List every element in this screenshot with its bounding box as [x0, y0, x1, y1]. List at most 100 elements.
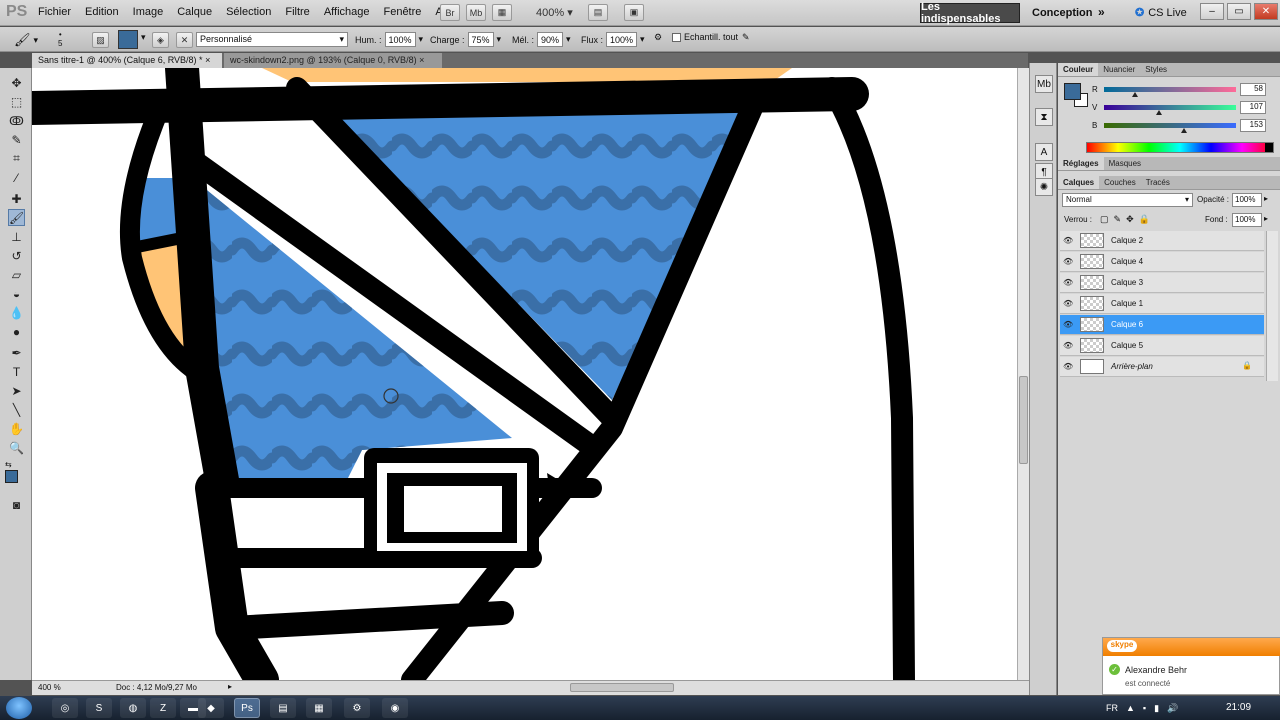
zoom-readout[interactable]: 400 % — [38, 683, 61, 692]
minimize-button[interactable]: – — [1200, 3, 1224, 20]
close-button[interactable]: ✕ — [1254, 3, 1278, 20]
vertical-scroll-thumb[interactable] — [1019, 376, 1028, 464]
fill-input[interactable]: 100% — [1232, 213, 1262, 227]
layers-scrollbar[interactable] — [1266, 231, 1278, 381]
swatch-menu-arrow[interactable]: ▾ — [141, 32, 146, 43]
chevron-down-icon[interactable]: ▾ — [497, 34, 502, 45]
blue-value-input[interactable]: 153 — [1240, 119, 1266, 132]
sample-all-layers-option[interactable]: Echantill. tout — [672, 32, 738, 42]
minibridge-panel-icon[interactable]: Mb — [1035, 75, 1053, 93]
close-tab-icon[interactable]: × — [419, 55, 424, 65]
view-extras-button[interactable]: ▦ — [492, 4, 512, 21]
quick-mask-icon[interactable]: ◙ — [8, 496, 25, 513]
opacity-input[interactable]: 100% — [1232, 193, 1262, 207]
brush-panel-toggle[interactable]: ▨ — [92, 32, 109, 48]
workspace-essentials-button[interactable]: Les indispensables — [920, 1, 1020, 25]
crop-tool-icon[interactable]: ⌗ — [8, 150, 25, 167]
settings-icon[interactable]: ◉ — [382, 698, 408, 718]
lasso-tool-icon[interactable]: ↂ — [8, 112, 25, 129]
visibility-eye-icon[interactable]: 👁 — [1063, 236, 1073, 245]
layer-row[interactable]: 👁 Arrière-plan 🔒 — [1060, 357, 1264, 377]
media-icon[interactable]: ▦ — [306, 698, 332, 718]
visibility-eye-icon[interactable]: 👁 — [1063, 257, 1073, 266]
visibility-eye-icon[interactable]: 👁 — [1063, 341, 1073, 350]
character-panel-icon[interactable]: A — [1035, 143, 1053, 161]
layer-row[interactable]: 👁 Calque 3 — [1060, 273, 1264, 293]
visibility-eye-icon[interactable]: 👁 — [1063, 278, 1073, 287]
fill-arrow[interactable]: ▸ — [1264, 214, 1268, 223]
clone-stamp-tool-icon[interactable]: ⊥ — [8, 228, 25, 245]
eraser-tool-icon[interactable]: ▱ — [8, 266, 25, 283]
load-input[interactable]: 75% — [467, 32, 494, 47]
layer-row[interactable]: 👁 Calque 2 — [1060, 231, 1264, 251]
tab-traces[interactable]: Tracés — [1141, 176, 1175, 189]
load-brush-button[interactable]: ✕ — [176, 32, 193, 48]
start-button[interactable] — [6, 697, 32, 719]
chevron-down-icon[interactable]: ▾ — [640, 34, 645, 45]
document-canvas[interactable] — [32, 68, 1017, 680]
visibility-eye-icon[interactable]: 👁 — [1063, 320, 1073, 329]
menu-affichage[interactable]: Affichage — [324, 6, 370, 18]
skype-icon[interactable]: S — [86, 698, 112, 718]
color-spectrum-bar[interactable] — [1086, 142, 1274, 153]
tab-couleur[interactable]: Couleur — [1058, 63, 1099, 76]
flow-input[interactable]: 100% — [606, 32, 638, 47]
move-tool-icon[interactable]: ✥ — [8, 74, 25, 91]
hand-tool-icon[interactable]: ✋ — [8, 420, 25, 437]
layer-row[interactable]: 👁 Calque 4 — [1060, 252, 1264, 272]
eyedropper-tool-icon[interactable]: ⁄ — [8, 169, 25, 186]
chrome-icon[interactable]: ◎ — [52, 698, 78, 718]
clock[interactable]: 21:09 — [1226, 702, 1251, 713]
arrange-documents-button[interactable]: ▤ — [588, 4, 608, 21]
photoshop-icon[interactable]: Ps — [234, 698, 260, 718]
layer-row[interactable]: 👁 Calque 1 — [1060, 294, 1264, 314]
language-indicator[interactable]: FR — [1106, 703, 1118, 713]
menu-fichier[interactable]: Fichier — [38, 6, 71, 18]
quick-select-tool-icon[interactable]: ✎ — [8, 131, 25, 148]
mixer-preset-select[interactable]: Personnalisé ▾ — [196, 32, 348, 47]
healing-brush-tool-icon[interactable]: ✚ — [8, 190, 25, 207]
show-hidden-icons-icon[interactable]: ▲ — [1126, 703, 1135, 713]
pen-tool-icon[interactable]: ✒ — [8, 344, 25, 361]
paint-bucket-tool-icon[interactable]: ◒ — [8, 285, 25, 302]
red-slider-handle[interactable] — [1132, 92, 1138, 97]
mix-input[interactable]: 90% — [537, 32, 564, 47]
red-value-input[interactable]: 58 — [1240, 83, 1266, 96]
blue-slider[interactable] — [1104, 123, 1236, 128]
tab-masques[interactable]: Masques — [1104, 157, 1146, 170]
vertical-scrollbar[interactable] — [1017, 68, 1029, 680]
visibility-eye-icon[interactable]: 👁 — [1063, 299, 1073, 308]
type-tool-icon[interactable]: T — [8, 363, 25, 380]
blue-slider-handle[interactable] — [1181, 128, 1187, 133]
lock-pixels-icon[interactable]: ✎ — [1114, 214, 1122, 225]
chevron-down-icon[interactable]: ▾ — [566, 34, 571, 45]
tab-reglages[interactable]: Réglages — [1058, 157, 1104, 170]
red-slider[interactable] — [1104, 87, 1236, 92]
foreground-color-swatch[interactable] — [118, 30, 138, 49]
color-panel-foreground[interactable] — [1064, 83, 1081, 100]
cs-live-menu[interactable]: ✪ CS Live — [1135, 6, 1187, 20]
visibility-eye-icon[interactable]: 👁 — [1063, 362, 1073, 371]
menu-selection[interactable]: Sélection — [226, 6, 271, 18]
volume-icon[interactable]: 🔊 — [1167, 703, 1178, 714]
green-value-input[interactable]: 107 — [1240, 101, 1266, 114]
tab-nuancier[interactable]: Nuancier — [1098, 63, 1140, 76]
history-brush-tool-icon[interactable]: ↺ — [8, 247, 25, 264]
brush-size-picker[interactable]: • 5 — [58, 30, 62, 48]
green-slider[interactable] — [1104, 105, 1236, 110]
tab-couches[interactable]: Couches — [1099, 176, 1141, 189]
history-panel-icon[interactable]: ⧗ — [1035, 108, 1053, 126]
workspace-design-button[interactable]: Conception — [1032, 7, 1093, 19]
lock-all-icon[interactable]: 🔒 — [1139, 214, 1150, 225]
menu-image[interactable]: Image — [133, 6, 164, 18]
dodge-tool-icon[interactable]: ● — [8, 323, 25, 340]
foreground-color-box[interactable] — [5, 470, 18, 483]
mixer-brush-tool-icon[interactable]: 🖌 — [8, 209, 25, 226]
airbrush-toggle[interactable]: ⚙ — [654, 32, 662, 43]
zoom-tool-icon[interactable]: 🔍 — [8, 439, 25, 456]
zoom-level-menu[interactable]: 400% ▾ — [536, 6, 573, 19]
tab-styles[interactable]: Styles — [1140, 63, 1172, 76]
sample-all-checkbox[interactable] — [672, 32, 681, 42]
document-tab[interactable]: wc-skindown2.png @ 193% (Calque 0, RVB/8… — [224, 53, 442, 68]
status-menu-arrow[interactable]: ▸ — [228, 682, 232, 691]
